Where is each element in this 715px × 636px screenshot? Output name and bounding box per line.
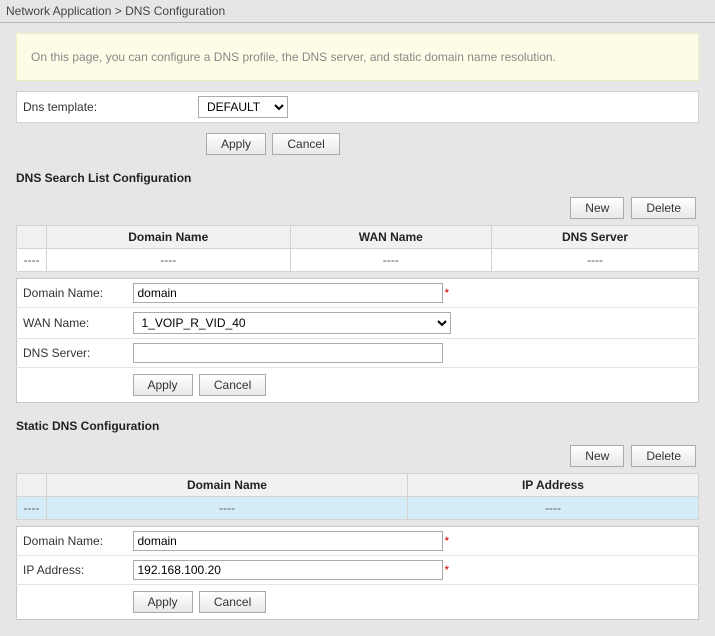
- dns-template-label: Dns template:: [17, 94, 192, 120]
- search-domain-input[interactable]: [133, 283, 443, 303]
- search-list-delete-button[interactable]: Delete: [631, 197, 696, 219]
- required-marker: *: [445, 563, 450, 577]
- table-row[interactable]: ---- ---- ----: [17, 497, 699, 520]
- search-list-cancel-button[interactable]: Cancel: [199, 374, 266, 396]
- required-marker: *: [445, 534, 450, 548]
- search-dns-label: DNS Server:: [17, 339, 127, 368]
- search-list-title: DNS Search List Configuration: [16, 165, 699, 191]
- search-wan-label: WAN Name:: [17, 308, 127, 339]
- static-dns-cancel-button[interactable]: Cancel: [199, 591, 266, 613]
- search-list-apply-button[interactable]: Apply: [133, 374, 193, 396]
- static-dns-apply-button[interactable]: Apply: [133, 591, 193, 613]
- dns-template-cancel-button[interactable]: Cancel: [272, 133, 339, 155]
- search-wan-select[interactable]: 1_VOIP_R_VID_40: [133, 312, 451, 334]
- dns-template-row: Dns template: DEFAULT: [16, 91, 699, 123]
- breadcrumb: Network Application > DNS Configuration: [0, 0, 715, 23]
- info-banner: On this page, you can configure a DNS pr…: [16, 33, 699, 81]
- dns-template-select[interactable]: DEFAULT: [198, 96, 288, 118]
- search-list-table: Domain Name WAN Name DNS Server ---- ---…: [16, 225, 699, 272]
- static-ip-input[interactable]: [133, 560, 443, 580]
- static-col-ip: IP Address: [407, 474, 698, 497]
- table-row[interactable]: ---- ---- ---- ----: [17, 249, 699, 272]
- static-dns-table: Domain Name IP Address ---- ---- ----: [16, 473, 699, 520]
- search-list-col-dns: DNS Server: [492, 226, 699, 249]
- static-domain-input[interactable]: [133, 531, 443, 551]
- static-ip-label: IP Address:: [17, 556, 127, 585]
- static-dns-title: Static DNS Configuration: [16, 413, 699, 439]
- static-col-domain: Domain Name: [47, 474, 408, 497]
- static-dns-delete-button[interactable]: Delete: [631, 445, 696, 467]
- search-list-col-domain: Domain Name: [47, 226, 291, 249]
- search-dns-input[interactable]: [133, 343, 443, 363]
- static-domain-label: Domain Name:: [17, 527, 127, 556]
- dns-template-apply-button[interactable]: Apply: [206, 133, 266, 155]
- search-domain-label: Domain Name:: [17, 279, 127, 308]
- search-list-col-wan: WAN Name: [290, 226, 492, 249]
- search-list-form: Domain Name: * WAN Name: 1_VOIP_R_VID_40…: [16, 278, 699, 403]
- required-marker: *: [445, 286, 450, 300]
- static-dns-new-button[interactable]: New: [570, 445, 624, 467]
- static-dns-form: Domain Name: * IP Address: * Apply Cance…: [16, 526, 699, 620]
- search-list-new-button[interactable]: New: [570, 197, 624, 219]
